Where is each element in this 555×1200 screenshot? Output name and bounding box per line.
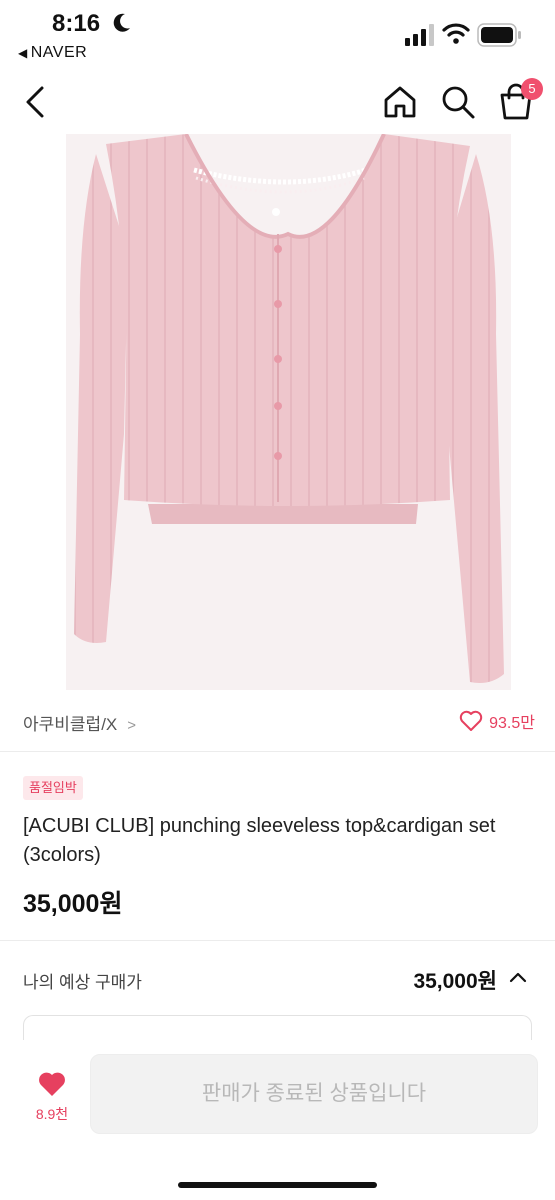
status-badge: 품절임박: [23, 776, 83, 800]
search-icon[interactable]: [440, 84, 476, 120]
chevron-right-icon: >: [127, 717, 137, 734]
signal-icon: [405, 24, 434, 46]
cardigan-illustration: [74, 134, 504, 683]
home-icon[interactable]: [382, 84, 418, 120]
wifi-icon: [442, 23, 470, 44]
back-app-label: NAVER: [30, 44, 88, 61]
expected-price-label: 나의 예상 구매가: [23, 973, 142, 992]
product-image[interactable]: [66, 134, 511, 690]
top-nav: [0, 70, 555, 134]
wish-button[interactable]: 8.9천: [22, 1070, 82, 1124]
expected-price-value: 35,000원: [413, 970, 497, 993]
store-row: 아쿠비클럽/X > 93.5만: [0, 690, 555, 752]
home-indicator: [178, 1182, 377, 1188]
store-link[interactable]: 아쿠비클럽/X >: [23, 710, 136, 735]
battery-icon: [477, 23, 521, 47]
heart-filled-icon: [39, 1072, 65, 1096]
like-button[interactable]: 93.5만: [459, 709, 535, 733]
back-to-app-link[interactable]: ◀ NAVER: [18, 44, 87, 62]
bottom-action-bar: 8.9천 판매가 종료된 상품입니다: [0, 1040, 555, 1200]
moon-icon: [113, 13, 130, 32]
store-name: 아쿠비클럽/X: [23, 715, 118, 734]
cart-count-badge: 5: [521, 78, 543, 100]
expected-price-row[interactable]: 나의 예상 구매가 35,000원: [0, 948, 555, 1008]
heart-outline-icon: [459, 710, 483, 731]
product-title: [ACUBI CLUB] punching sleeveless top&car…: [23, 815, 496, 866]
like-count: 93.5만: [489, 715, 535, 732]
product-price: 35,000원: [23, 890, 123, 918]
back-chevron-icon[interactable]: [20, 82, 50, 122]
sold-out-button[interactable]: 판매가 종료된 상품입니다: [90, 1054, 538, 1134]
divider: [0, 940, 555, 941]
chevron-up-icon[interactable]: [507, 966, 529, 988]
wish-count: 8.9천: [35, 1106, 69, 1122]
back-triangle-icon: ◀: [18, 46, 28, 60]
status-bar: 8:16 ◀ NAVER: [0, 0, 555, 70]
status-time: 8:16: [52, 10, 101, 37]
